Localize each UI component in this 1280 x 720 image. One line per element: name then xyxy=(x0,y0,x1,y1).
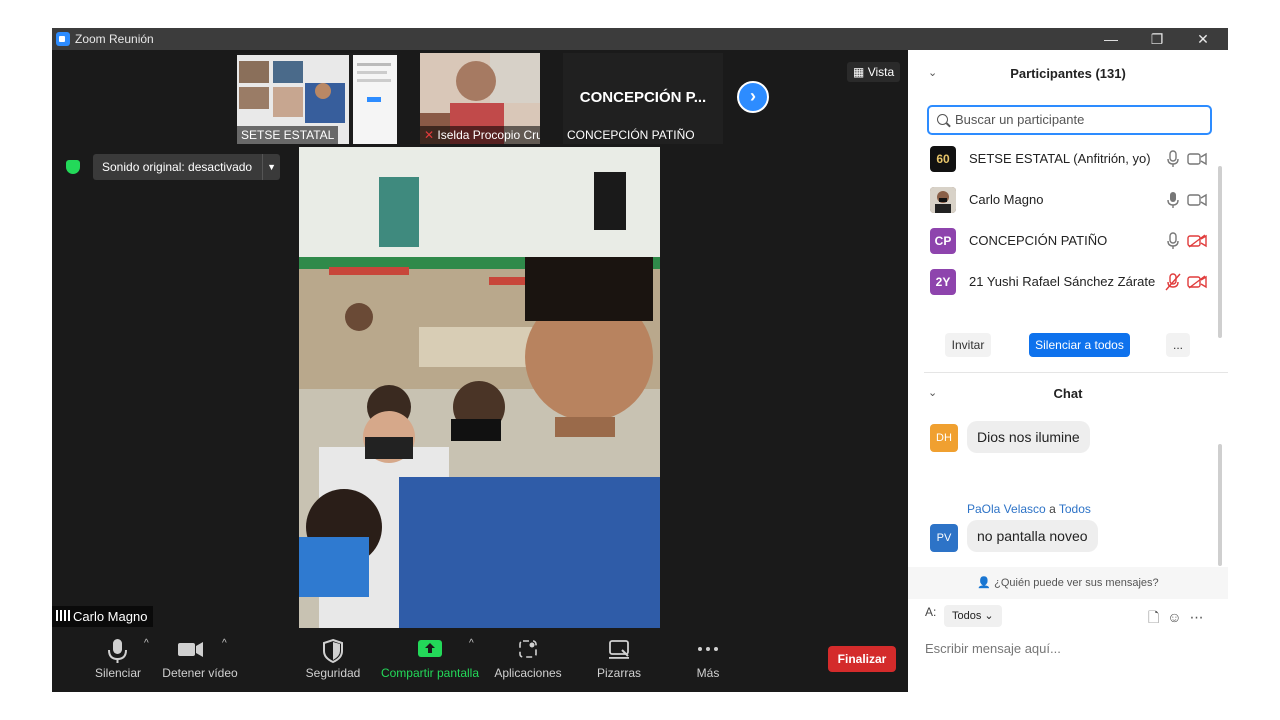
zoom-logo-icon xyxy=(56,32,70,46)
participants-scrollbar[interactable] xyxy=(1218,166,1222,338)
grid-icon: ▦ xyxy=(853,65,865,79)
sender-name[interactable]: PaOla Velasco xyxy=(967,502,1046,516)
speaker-name-tag: Carlo Magno xyxy=(52,606,154,627)
speaker-video-frame xyxy=(299,147,660,628)
more-button[interactable]: Más xyxy=(676,632,740,692)
encryption-shield-icon[interactable] xyxy=(66,160,80,174)
title-bar: Zoom Reunión — ❐ ✕ xyxy=(52,28,1228,50)
chat-header: ⌄ Chat xyxy=(928,386,1083,401)
file-icon[interactable]: 🗋 xyxy=(1148,609,1167,625)
restore-button[interactable]: ❐ xyxy=(1134,28,1180,50)
microphone-icon[interactable] xyxy=(1165,232,1181,250)
recipient-name[interactable]: Todos xyxy=(1059,502,1091,516)
video-off-icon[interactable] xyxy=(1187,275,1207,289)
chevron-right-icon: › xyxy=(750,86,756,106)
share-options-chevron-icon[interactable]: ^ xyxy=(469,638,474,649)
person-lock-icon: 👤 xyxy=(977,577,992,589)
signal-bars-icon xyxy=(56,610,70,621)
avatar: 60 xyxy=(930,146,956,172)
video-camera-icon xyxy=(178,642,203,657)
chat-message: no pantalla noveo xyxy=(967,520,1098,552)
emoji-icon[interactable]: ☺ xyxy=(1167,609,1189,625)
participant-row[interactable]: CP CONCEPCIÓN PATIÑO xyxy=(908,220,1228,261)
chat-sender-line: PaOla Velasco a Todos xyxy=(967,502,1091,516)
mute-options-chevron-icon[interactable]: ^ xyxy=(144,638,149,649)
chat-message-input[interactable]: Escribir mensaje aquí... xyxy=(925,641,1061,656)
divider xyxy=(924,372,1228,373)
thumbnail-name: ✕ Iselda Procopio Cruz xyxy=(420,126,540,144)
original-sound-button[interactable]: Sonido original: desactivado ▼ xyxy=(93,154,281,180)
avatar: 2Y xyxy=(930,269,956,295)
side-panel: ⌄ Participantes (131) Buscar un particip… xyxy=(908,50,1228,692)
thumbnail-big-label: CONCEPCIÓN P... xyxy=(579,89,707,106)
participant-row[interactable]: 60 SETSE ESTATAL (Anfitrión, yo) xyxy=(908,138,1228,179)
security-shield-icon xyxy=(323,638,343,664)
participant-row[interactable]: Carlo Magno xyxy=(908,179,1228,220)
microphone-icon[interactable] xyxy=(1165,191,1181,209)
end-meeting-button[interactable]: Finalizar xyxy=(828,646,896,672)
view-button[interactable]: ▦ Vista xyxy=(847,62,901,82)
invite-button[interactable]: Invitar xyxy=(945,333,991,357)
thumbnail-name: CONCEPCIÓN PATIÑO xyxy=(567,128,695,142)
chat-message: Dios nos ilumine xyxy=(967,421,1090,453)
participants-header: ⌄ Participantes (131) xyxy=(928,66,1126,81)
meeting-stage: SETSE ESTATAL ✕ Iselda Procopio Cruz CON… xyxy=(52,50,908,692)
video-options-chevron-icon[interactable]: ^ xyxy=(222,638,227,649)
next-page-button[interactable]: › xyxy=(737,81,769,113)
zoom-window: Zoom Reunión — ❐ ✕ SETSE ESTATAL ✕ Iseld… xyxy=(52,28,1228,692)
thumbnail-concepcion[interactable]: CONCEPCIÓN P... CONCEPCIÓN PATIÑO xyxy=(563,53,723,144)
close-button[interactable]: ✕ xyxy=(1180,28,1226,50)
minimize-button[interactable]: — xyxy=(1088,28,1134,50)
stop-video-button[interactable]: Detener vídeo ^ xyxy=(150,632,250,692)
apps-button[interactable]: Aplicaciones xyxy=(490,632,566,692)
avatar: DH xyxy=(930,424,958,452)
whiteboard-icon xyxy=(609,640,629,659)
thumbnail-setse[interactable]: SETSE ESTATAL xyxy=(237,53,397,144)
search-icon xyxy=(937,114,948,125)
chat-scrollbar[interactable] xyxy=(1218,444,1222,566)
avatar-photo xyxy=(930,187,956,213)
avatar xyxy=(930,187,956,213)
meeting-toolbar: Silenciar ^ Detener vídeo ^ Seguridad Co… xyxy=(52,632,908,692)
thumbnail-name: SETSE ESTATAL xyxy=(237,126,339,144)
mute-all-button[interactable]: Silenciar a todos xyxy=(1029,333,1130,357)
participants-more-button[interactable]: ... xyxy=(1166,333,1190,357)
apps-icon xyxy=(519,640,537,658)
participant-row[interactable]: 2Y 21 Yushi Rafael Sánchez Zárate xyxy=(908,261,1228,302)
muted-mic-icon: ✕ xyxy=(424,128,435,142)
more-dots-icon[interactable]: ⋯ xyxy=(1190,609,1212,625)
avatar: PV xyxy=(930,524,958,552)
window-title: Zoom Reunión xyxy=(75,32,154,46)
microphone-icon[interactable] xyxy=(1165,150,1181,168)
share-screen-icon xyxy=(418,640,442,657)
collapse-participants-chevron-icon[interactable]: ⌄ xyxy=(928,66,937,79)
security-button[interactable]: Seguridad xyxy=(298,632,368,692)
participant-search-input[interactable]: Buscar un participante xyxy=(927,105,1212,135)
chevron-down-icon[interactable]: ▼ xyxy=(262,154,280,180)
thumbnail-iselda[interactable]: ✕ Iselda Procopio Cruz xyxy=(420,53,540,144)
chat-tools: 🗋☺⋯ xyxy=(1148,607,1212,631)
recipient-select[interactable]: Todos ⌄ xyxy=(944,605,1002,627)
more-dots-icon xyxy=(698,647,718,651)
microphone-muted-icon[interactable] xyxy=(1165,273,1181,291)
avatar: CP xyxy=(930,228,956,254)
active-speaker-video xyxy=(299,147,660,628)
collapse-chat-chevron-icon[interactable]: ⌄ xyxy=(928,386,937,399)
whiteboard-button[interactable]: Pizarras xyxy=(586,632,652,692)
video-camera-icon[interactable] xyxy=(1187,152,1207,166)
share-screen-button[interactable]: Compartir pantalla ^ xyxy=(377,632,483,692)
video-camera-icon[interactable] xyxy=(1187,193,1207,207)
video-off-icon[interactable] xyxy=(1187,234,1207,248)
who-can-see-link[interactable]: 👤 ¿Quién puede ver sus mensajes? xyxy=(908,567,1228,599)
to-label: A: xyxy=(925,605,937,619)
chevron-down-icon: ⌄ xyxy=(984,610,994,622)
